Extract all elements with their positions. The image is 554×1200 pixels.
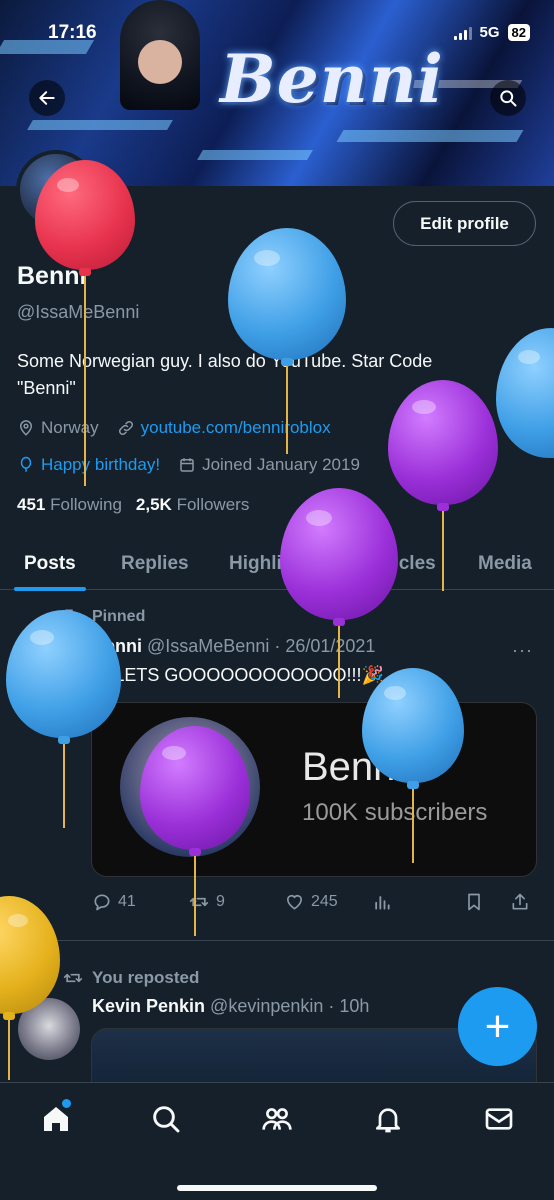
post-author-handle: @IssaMeBenni <box>147 636 270 656</box>
tab-posts[interactable]: Posts <box>14 538 86 591</box>
profile-location: Norway <box>41 418 99 437</box>
status-time: 17:16 <box>48 22 97 43</box>
bookmark-icon <box>468 893 480 911</box>
reply-count: 41 <box>118 893 136 910</box>
communities-icon[interactable] <box>261 1103 293 1135</box>
like-count: 245 <box>311 893 338 910</box>
location-pin-icon <box>19 420 33 436</box>
balloon-icon <box>20 456 32 472</box>
banner-brand-text: Benni <box>220 40 444 118</box>
profile-counts: 451 Following 2,5K Followers <box>17 495 249 515</box>
post-divider <box>0 940 554 941</box>
repost-separator: · <box>328 996 335 1016</box>
following-link[interactable]: 451 Following <box>17 495 122 515</box>
following-label: Following <box>50 495 122 514</box>
status-indicators: 5G 82 <box>453 24 530 41</box>
post-header: Benni @IssaMeBenni · 26/01/2021 <box>92 636 375 657</box>
reply-button[interactable]: 41 <box>92 892 188 912</box>
repost-author-name[interactable]: Kevin Penkin <box>92 996 205 1017</box>
like-button[interactable]: 245 <box>284 892 372 912</box>
share-icon <box>512 893 528 910</box>
reply-icon <box>94 894 110 911</box>
search-icon[interactable] <box>150 1103 182 1135</box>
link-icon <box>118 420 133 436</box>
views-button[interactable] <box>372 892 464 912</box>
followers-label: Followers <box>176 495 250 514</box>
signal-icon <box>453 26 472 40</box>
reposted-label: You reposted <box>92 968 200 987</box>
tab-active-indicator <box>14 587 86 591</box>
repost-header: Kevin Penkin @kevinpenkin · 10h <box>92 996 369 1017</box>
back-button[interactable] <box>29 80 65 116</box>
repost-count: 9 <box>216 893 225 910</box>
profile-joined: Joined January 2019 <box>202 455 360 474</box>
profile-tabs: Posts Replies Highlights Articles Media <box>0 538 554 591</box>
repost-icon <box>63 973 83 983</box>
profile-meta-row-1: Norway youtube.com/benniroblox <box>17 418 331 438</box>
network-type: 5G <box>479 24 500 41</box>
tab-media[interactable]: Media <box>478 538 532 590</box>
post-text: 🎉LETS GOOOOOOOOOOOO!!!🎉 <box>92 665 384 685</box>
profile-handle: @IssaMeBenni <box>17 302 140 322</box>
compose-button[interactable]: + <box>458 987 537 1066</box>
search-button[interactable] <box>490 80 526 116</box>
bottom-navigation <box>0 1082 554 1200</box>
bell-icon[interactable] <box>372 1103 404 1135</box>
banner-character-face <box>138 40 182 84</box>
pinned-label: Pinned <box>92 608 146 625</box>
heart-icon <box>286 894 303 910</box>
arrow-left-icon <box>39 91 55 105</box>
followers-count: 2,5K <box>135 495 172 514</box>
edit-profile-button[interactable]: Edit profile <box>393 201 536 246</box>
followers-link[interactable]: 2,5K Followers <box>136 495 249 515</box>
calendar-icon <box>180 458 194 472</box>
post-more-button[interactable]: ··· <box>512 640 533 661</box>
profile-birthday[interactable]: Happy birthday! <box>41 455 160 475</box>
following-count: 451 <box>17 495 46 514</box>
profile-meta-row-2: Happy birthday! Joined January 2019 <box>17 455 360 475</box>
post-actions: 41 9 245 <box>92 888 538 916</box>
search-icon <box>500 90 517 107</box>
repost-button[interactable]: 9 <box>188 892 284 912</box>
bookmark-button[interactable] <box>464 892 510 912</box>
tab-replies[interactable]: Replies <box>121 538 189 590</box>
post-separator: · <box>274 636 281 656</box>
mail-icon[interactable] <box>483 1103 515 1135</box>
repost-time: 10h <box>339 996 370 1016</box>
repost-author-handle: @kevinpenkin <box>210 996 324 1016</box>
battery-level: 82 <box>507 24 530 41</box>
profile-website-link[interactable]: youtube.com/benniroblox <box>141 418 331 438</box>
post-date: 26/01/2021 <box>285 636 376 656</box>
tab-posts-label: Posts <box>24 553 76 574</box>
repost-icon <box>189 897 209 907</box>
home-notification-dot <box>62 1099 71 1108</box>
analytics-icon <box>375 896 390 910</box>
home-indicator <box>177 1185 377 1191</box>
share-button[interactable] <box>510 892 530 912</box>
card-subscriber-count: 100K subscribers <box>302 799 488 826</box>
